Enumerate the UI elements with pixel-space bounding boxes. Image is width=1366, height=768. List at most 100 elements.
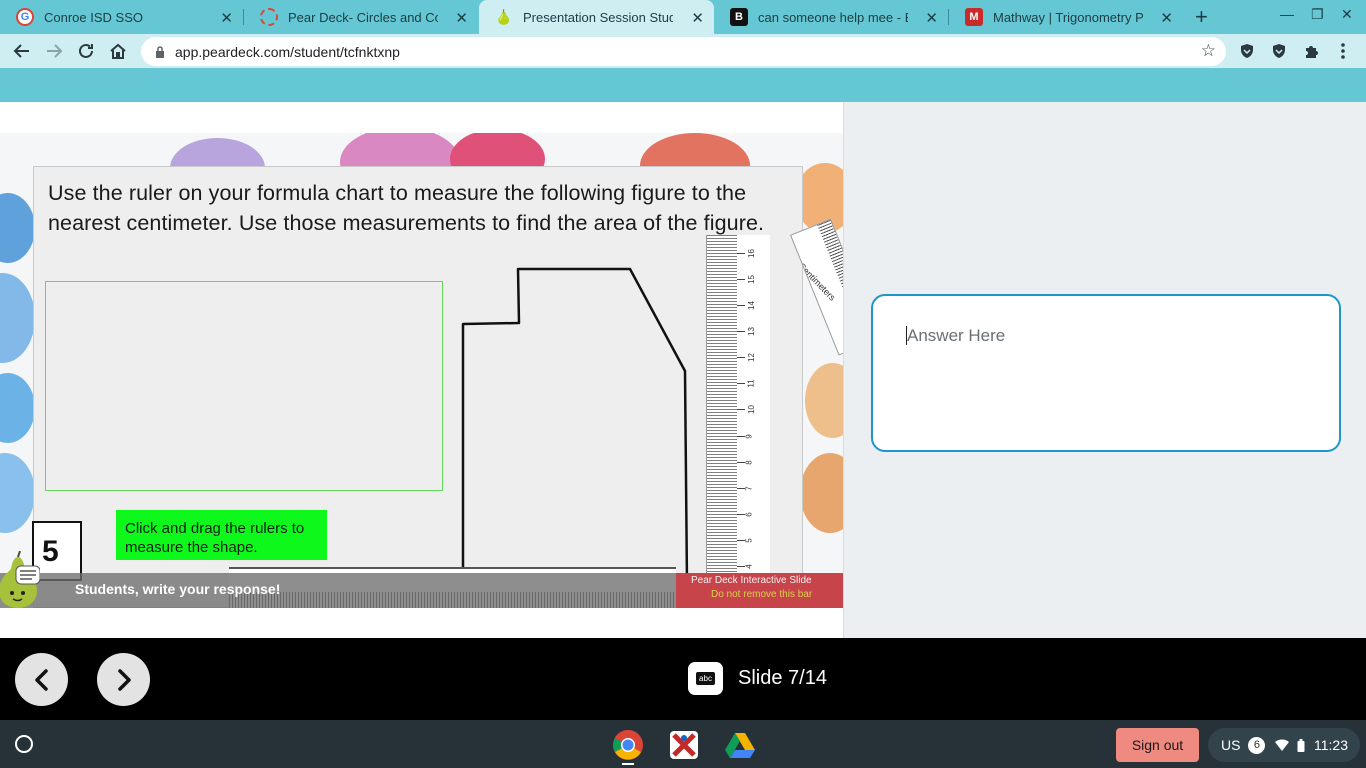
lock-icon	[156, 45, 164, 58]
shield-extension-icon[interactable]	[1238, 42, 1256, 60]
ruler-number: 10	[746, 405, 756, 414]
student-response-bar: Students, write your response! Pear Deck…	[0, 573, 843, 608]
google-drive-app-icon[interactable]	[724, 729, 756, 761]
shield-extension-icon-2[interactable]	[1270, 42, 1288, 60]
shield-icon	[1273, 44, 1285, 58]
back-button[interactable]	[10, 39, 34, 63]
badge-line-1: Pear Deck Interactive Slide	[691, 575, 812, 586]
browser-tab-strip: G Conroe ISD SSO ✕ Pear Deck- Circles an…	[0, 0, 1366, 34]
tab-presentation-session[interactable]: 🍐 Presentation Session Student ✕	[479, 0, 714, 34]
tab-brainly[interactable]: B can someone help mee - Brainly ✕	[714, 0, 948, 34]
slide-navigation-bar: abc Slide 7/14	[0, 638, 1366, 720]
reload-icon	[79, 43, 93, 58]
tab-label: Presentation Session Student	[523, 9, 673, 25]
address-bar[interactable]: app.peardeck.com/student/tcfnktxnp ☆	[141, 37, 1226, 66]
abc-label: abc	[696, 672, 715, 685]
chrome-app-icon[interactable]	[612, 729, 644, 761]
ruler-number: 4	[744, 564, 754, 569]
decor-blob	[0, 453, 35, 533]
slide-counter: Slide 7/14	[738, 667, 827, 689]
ruler-major-tick	[737, 566, 745, 567]
pear-icon: 🍐	[495, 8, 513, 25]
ruler-major-tick	[737, 488, 745, 489]
slide-indicator: abc Slide 7/14	[688, 662, 827, 695]
puzzle-extensions-icon[interactable]	[1302, 42, 1320, 60]
close-icon[interactable]: ✕	[925, 9, 938, 27]
tab-peardeck-circles[interactable]: Pear Deck- Circles and Compos ✕	[244, 0, 478, 34]
keyboard-locale: US	[1221, 737, 1241, 753]
vertical-ruler[interactable]: 16 15 14 13 12 11 10 9 8 7 6 5 4	[706, 235, 770, 608]
google-g-icon: G	[16, 8, 34, 26]
notification-count-badge: 6	[1248, 736, 1266, 754]
ruler-major-tick	[737, 331, 745, 332]
ruler-number: 5	[744, 538, 754, 543]
tab-mathway[interactable]: M Mathway | Trigonometry Proble ✕	[949, 0, 1183, 34]
next-slide-button[interactable]	[97, 653, 150, 706]
puzzle-icon	[1305, 45, 1318, 58]
wifi-icon	[1275, 739, 1290, 751]
close-icon[interactable]: ✕	[691, 9, 704, 27]
explain-everything-app-icon[interactable]	[668, 729, 700, 761]
response-prompt: Students, write your response!	[75, 581, 281, 597]
battery-icon	[1297, 738, 1305, 752]
answer-input[interactable]: Answer Here	[871, 294, 1341, 452]
browser-toolbar: app.peardeck.com/student/tcfnktxnp ☆	[0, 34, 1366, 68]
restore-icon[interactable]: ❐	[1311, 6, 1324, 23]
interactive-slide-badge: Pear Deck Interactive Slide Do not remov…	[676, 573, 843, 608]
ruler-number: 15	[746, 275, 756, 284]
ruler-major-tick	[737, 305, 745, 306]
brainly-icon: B	[730, 8, 748, 26]
back-arrow-icon	[13, 44, 29, 58]
decor-blob	[805, 363, 843, 438]
ruler-major-tick	[737, 253, 745, 254]
ruler-ticks	[707, 235, 737, 608]
ruler-major-tick	[737, 383, 745, 384]
tab-label: Mathway | Trigonometry Proble	[993, 9, 1143, 25]
ruler-number: 14	[746, 301, 756, 310]
sign-out-button[interactable]: Sign out	[1116, 728, 1199, 762]
tab-label: Conroe ISD SSO	[44, 9, 143, 25]
new-tab-button[interactable]: +	[1195, 4, 1208, 30]
drag-rulers-note: Click and drag the rulers to measure the…	[116, 510, 327, 560]
forward-button[interactable]	[42, 39, 66, 63]
menu-kebab-icon[interactable]	[1334, 42, 1352, 60]
screen: G Conroe ISD SSO ✕ Pear Deck- Circles an…	[0, 0, 1366, 768]
forward-arrow-icon	[47, 44, 63, 58]
url-text: app.peardeck.com/student/tcfnktxnp	[175, 43, 400, 60]
slide-card: Use the ruler on your formula chart to m…	[32, 166, 803, 608]
chromeos-shelf: Sign out US 6 11:23	[0, 720, 1366, 768]
main-content: Use the ruler on your formula chart to m…	[0, 102, 1366, 638]
ruler-major-tick	[737, 436, 745, 437]
ruler-number: 12	[746, 353, 756, 362]
ruler-number: 8	[744, 460, 754, 465]
ruler-number: 16	[746, 249, 756, 258]
tab-label: can someone help mee - Brainly	[758, 9, 908, 25]
system-tray[interactable]: US 6 11:23	[1208, 728, 1360, 762]
pear-mascot-icon	[0, 551, 40, 608]
decor-blob	[0, 273, 35, 363]
home-button[interactable]	[106, 39, 130, 63]
ruler-major-tick	[737, 462, 745, 463]
peardeck-loading-icon	[260, 8, 278, 26]
close-icon[interactable]: ✕	[455, 9, 468, 27]
ruler-number: 7	[744, 486, 754, 491]
running-indicator	[622, 763, 634, 765]
launcher-button[interactable]	[15, 735, 33, 753]
ruler-major-tick	[737, 409, 745, 410]
ruler-major-tick	[737, 514, 745, 515]
close-icon[interactable]: ✕	[220, 9, 233, 27]
answer-placeholder: Answer Here	[907, 326, 1006, 345]
close-window-icon[interactable]: ✕	[1341, 6, 1353, 23]
tab-conroe-sso[interactable]: G Conroe ISD SSO ✕	[0, 0, 243, 34]
decor-blob	[800, 453, 843, 533]
close-icon[interactable]: ✕	[1160, 9, 1173, 27]
minimize-icon[interactable]: —	[1280, 6, 1294, 22]
reload-button[interactable]	[74, 39, 98, 63]
ruler-major-tick	[737, 540, 745, 541]
previous-slide-button[interactable]	[15, 653, 68, 706]
bookmark-star-icon[interactable]: ☆	[1201, 41, 1216, 61]
badge-line-2: Do not remove this bar	[711, 589, 813, 600]
tab-label: Pear Deck- Circles and Compos	[288, 9, 438, 25]
decor-blob	[0, 373, 35, 443]
kebab-icon	[1341, 43, 1345, 59]
